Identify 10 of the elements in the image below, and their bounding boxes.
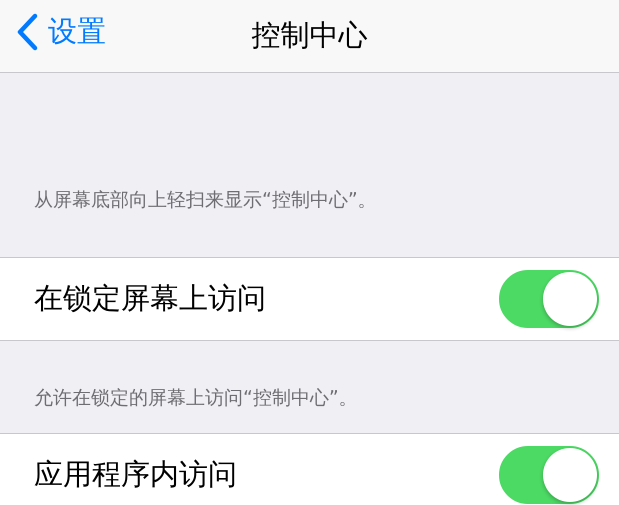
back-chevron-icon <box>16 13 38 51</box>
back-label: 设置 <box>48 13 106 50</box>
back-button[interactable]: 设置 <box>16 12 106 52</box>
row-label: 应用程序内访问 <box>34 456 237 493</box>
toggle-switch[interactable] <box>499 446 599 504</box>
section-footer: 从屏幕底部向上轻扫来显示“控制中心”。 <box>34 187 377 213</box>
screen-title: 控制中心 <box>252 17 368 54</box>
section-footer: 允许在锁定的屏幕上访问“控制中心”。 <box>34 385 358 411</box>
toggle-switch[interactable] <box>499 270 599 328</box>
row-label: 在锁定屏幕上访问 <box>34 280 266 317</box>
